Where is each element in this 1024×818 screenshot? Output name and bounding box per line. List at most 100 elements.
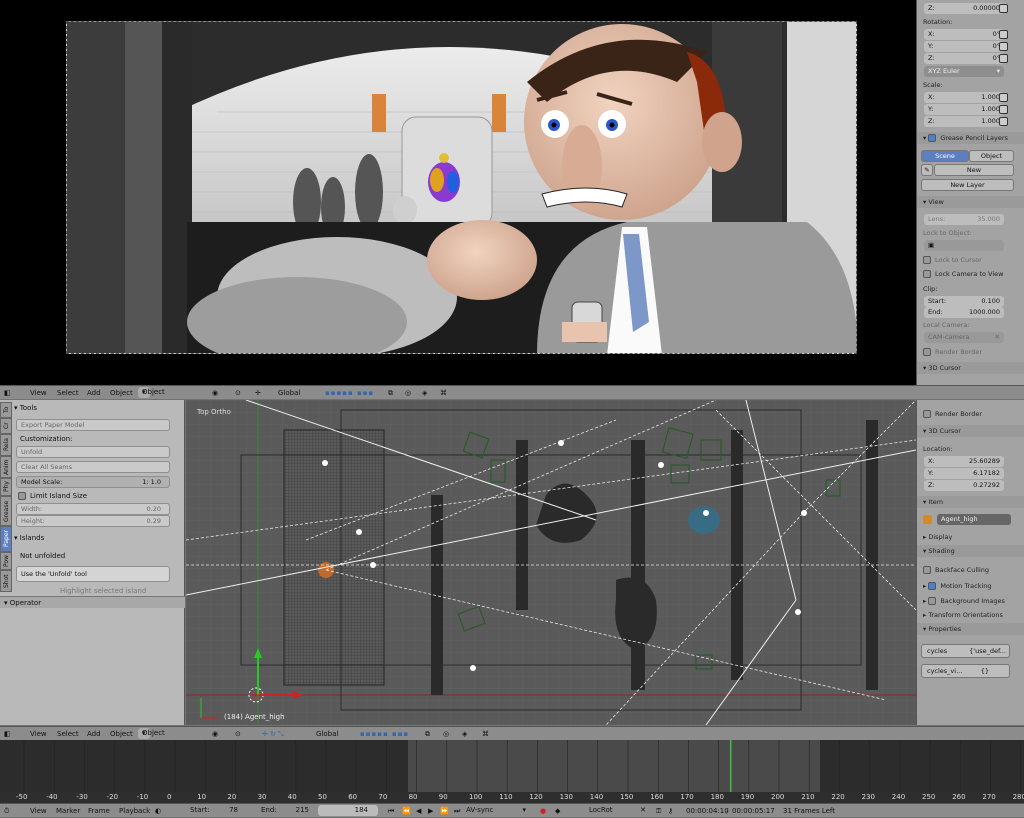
backface-culling-checkbox[interactable] (923, 566, 931, 574)
clip-end-field[interactable]: End: 1000.000 (924, 307, 1004, 318)
editor-type-icon[interactable]: ◧ (4, 386, 11, 400)
tools-header[interactable]: ▾ Tools (14, 402, 174, 414)
background-images-header[interactable]: ▸ Background Images (917, 595, 1024, 607)
pivot-icon[interactable]: ⊙ (235, 727, 241, 741)
snap-icon[interactable]: ⧉ (388, 386, 393, 400)
editor-type-icon[interactable]: ◧ (4, 727, 11, 741)
lock-object-field[interactable]: ▣ (924, 240, 1004, 251)
tab-paper[interactable]: Paper (0, 526, 12, 552)
new-layer-button[interactable]: New Layer (921, 179, 1014, 191)
clip-start-field[interactable]: Start: 0.100 (924, 296, 1004, 307)
3d-cursor-header[interactable]: ▾ 3D Cursor (917, 425, 1024, 437)
shading-icon[interactable]: ◉ (212, 386, 218, 400)
limit-island-checkbox[interactable] (18, 492, 26, 500)
mode-select[interactable]: Object Mode ▾ (138, 728, 165, 748)
scale-z-field[interactable]: Z: 1.000 (924, 116, 1004, 127)
width-field[interactable]: Width: 0.20 (16, 503, 170, 515)
current-frame-field[interactable]: 184 (318, 805, 378, 816)
motion-tracking-header[interactable]: ▸ Motion Tracking (917, 580, 1024, 592)
tab-animation[interactable]: Anim (0, 456, 12, 478)
lock-icon[interactable] (999, 93, 1008, 102)
background-images-checkbox[interactable] (928, 597, 937, 605)
camera-icon[interactable]: ⌘ (440, 386, 447, 400)
camera-viewport[interactable] (0, 0, 916, 385)
scale-y-field[interactable]: Y: 1.000 (924, 104, 1004, 115)
motion-tracking-checkbox[interactable] (928, 582, 937, 590)
property-cycles[interactable]: cycles {'use_def... (921, 644, 1010, 658)
rotation-x-field[interactable]: X: 0° (924, 29, 1004, 40)
proportional-edit-icon[interactable]: ◎ (443, 727, 449, 741)
lock-icon[interactable] (999, 54, 1008, 63)
cursor-x-field[interactable]: X: 25.60289 (924, 456, 1004, 467)
local-camera-field[interactable]: CAM-camera ✕ (924, 332, 1004, 343)
transform-orientations-header[interactable]: ▸ Transform Orientations (917, 609, 1024, 621)
operator-header[interactable]: ▾ Operator (0, 596, 185, 608)
display-header[interactable]: ▸ Display (917, 531, 1024, 543)
add-menu[interactable]: Add (87, 727, 101, 741)
limit-island-size-option[interactable]: Limit Island Size (18, 492, 87, 500)
object-tab[interactable]: Object (969, 150, 1014, 162)
tab-physics[interactable]: Phy (0, 478, 12, 496)
grease-pencil-checkbox[interactable] (928, 134, 937, 142)
cursor-y-field[interactable]: Y: 6.17182 (924, 468, 1004, 479)
view-menu[interactable]: View (30, 386, 47, 400)
render-border-option[interactable]: Render Border (917, 346, 1024, 358)
rotation-mode-select[interactable]: XYZ Euler ▾ (924, 66, 1004, 77)
tab-power[interactable]: Pow (0, 552, 12, 570)
lock-camera-checkbox[interactable] (923, 270, 931, 278)
orientation-select[interactable]: Global (278, 386, 300, 400)
cursor-z-field[interactable]: Z: 0.27292 (924, 480, 1004, 491)
next-keyframe-icon[interactable]: ⏩ (440, 804, 449, 818)
tab-tools[interactable]: To (0, 402, 12, 418)
select-menu[interactable]: Select (57, 727, 79, 741)
marker-menu[interactable]: Marker (56, 804, 80, 818)
snap-icon[interactable]: ⧉ (425, 727, 430, 741)
clock-icon[interactable]: ⏱ (4, 804, 9, 818)
proportional-edit-icon[interactable]: ◎ (405, 386, 411, 400)
add-menu[interactable]: Add (87, 386, 101, 400)
tab-shot[interactable]: Shot (0, 570, 12, 592)
view-menu[interactable]: View (30, 727, 47, 741)
record-icon[interactable]: ● (540, 804, 546, 818)
shading-icon[interactable]: ◉ (212, 727, 218, 741)
close-icon[interactable]: ✕ (995, 332, 1000, 343)
unfold-button[interactable]: Unfold (16, 446, 170, 458)
play-reverse-icon[interactable]: ◀ (416, 804, 421, 818)
lens-field[interactable]: Lens: 35.000 (924, 214, 1004, 225)
export-paper-model-button[interactable]: Export Paper Model (16, 419, 170, 431)
lock-to-cursor-checkbox[interactable] (923, 256, 931, 264)
prev-keyframe-icon[interactable]: ⏪ (402, 804, 411, 818)
3d-cursor-header[interactable]: ▾ 3D Cursor (917, 362, 1024, 374)
lock-camera-to-view-option[interactable]: Lock Camera to View (917, 268, 1024, 280)
play-icon[interactable]: ▶ (428, 804, 433, 818)
insert-keyframe-icon[interactable]: ⚿ (656, 804, 661, 818)
model-scale-field[interactable]: Model Scale: 1: 1.0 (16, 476, 170, 488)
render-icon[interactable]: ◈ (462, 727, 467, 741)
clear-all-seams-button[interactable]: Clear All Seams (16, 461, 170, 473)
tab-grease-pencil[interactable]: Grease (0, 496, 12, 526)
keyframe-type-icon[interactable]: ◆ (555, 804, 560, 818)
playback-menu[interactable]: Playback (119, 804, 150, 818)
object-menu[interactable]: Object (110, 386, 133, 400)
layers-icon[interactable]: ▪▪▪▪▪ ▪▪▪ (360, 727, 409, 741)
camera-icon[interactable]: ⌘ (482, 727, 489, 741)
jump-start-icon[interactable]: ⏮ (388, 804, 394, 818)
highlight-selected-island-option[interactable]: Highlight selected island (60, 587, 146, 595)
view-menu[interactable]: View (30, 804, 47, 818)
pivot-icon[interactable]: ⊙ (235, 386, 241, 400)
render-icon[interactable]: ◈ (422, 386, 427, 400)
tab-create[interactable]: Cr (0, 418, 12, 434)
lock-icon[interactable] (999, 42, 1008, 51)
location-z-field[interactable]: Z: 0.00000 (924, 3, 1004, 14)
lock-icon[interactable] (999, 30, 1008, 39)
item-header[interactable]: ▾ Item (917, 496, 1024, 508)
backface-culling-option[interactable]: Backface Culling (917, 564, 1024, 576)
manipulator-icon[interactable]: ✛ (255, 386, 261, 400)
manipulator-icon[interactable]: ✛ ↻ ⤡ (262, 727, 284, 741)
render-border-checkbox[interactable] (923, 348, 931, 356)
delete-keyframe-icon[interactable]: ⚷ (668, 804, 673, 818)
frame-menu[interactable]: Frame (88, 804, 110, 818)
close-icon[interactable]: ✕ (640, 805, 646, 816)
rotation-y-field[interactable]: Y: 0° (924, 41, 1004, 52)
jump-end-icon[interactable]: ⏭ (454, 804, 460, 818)
